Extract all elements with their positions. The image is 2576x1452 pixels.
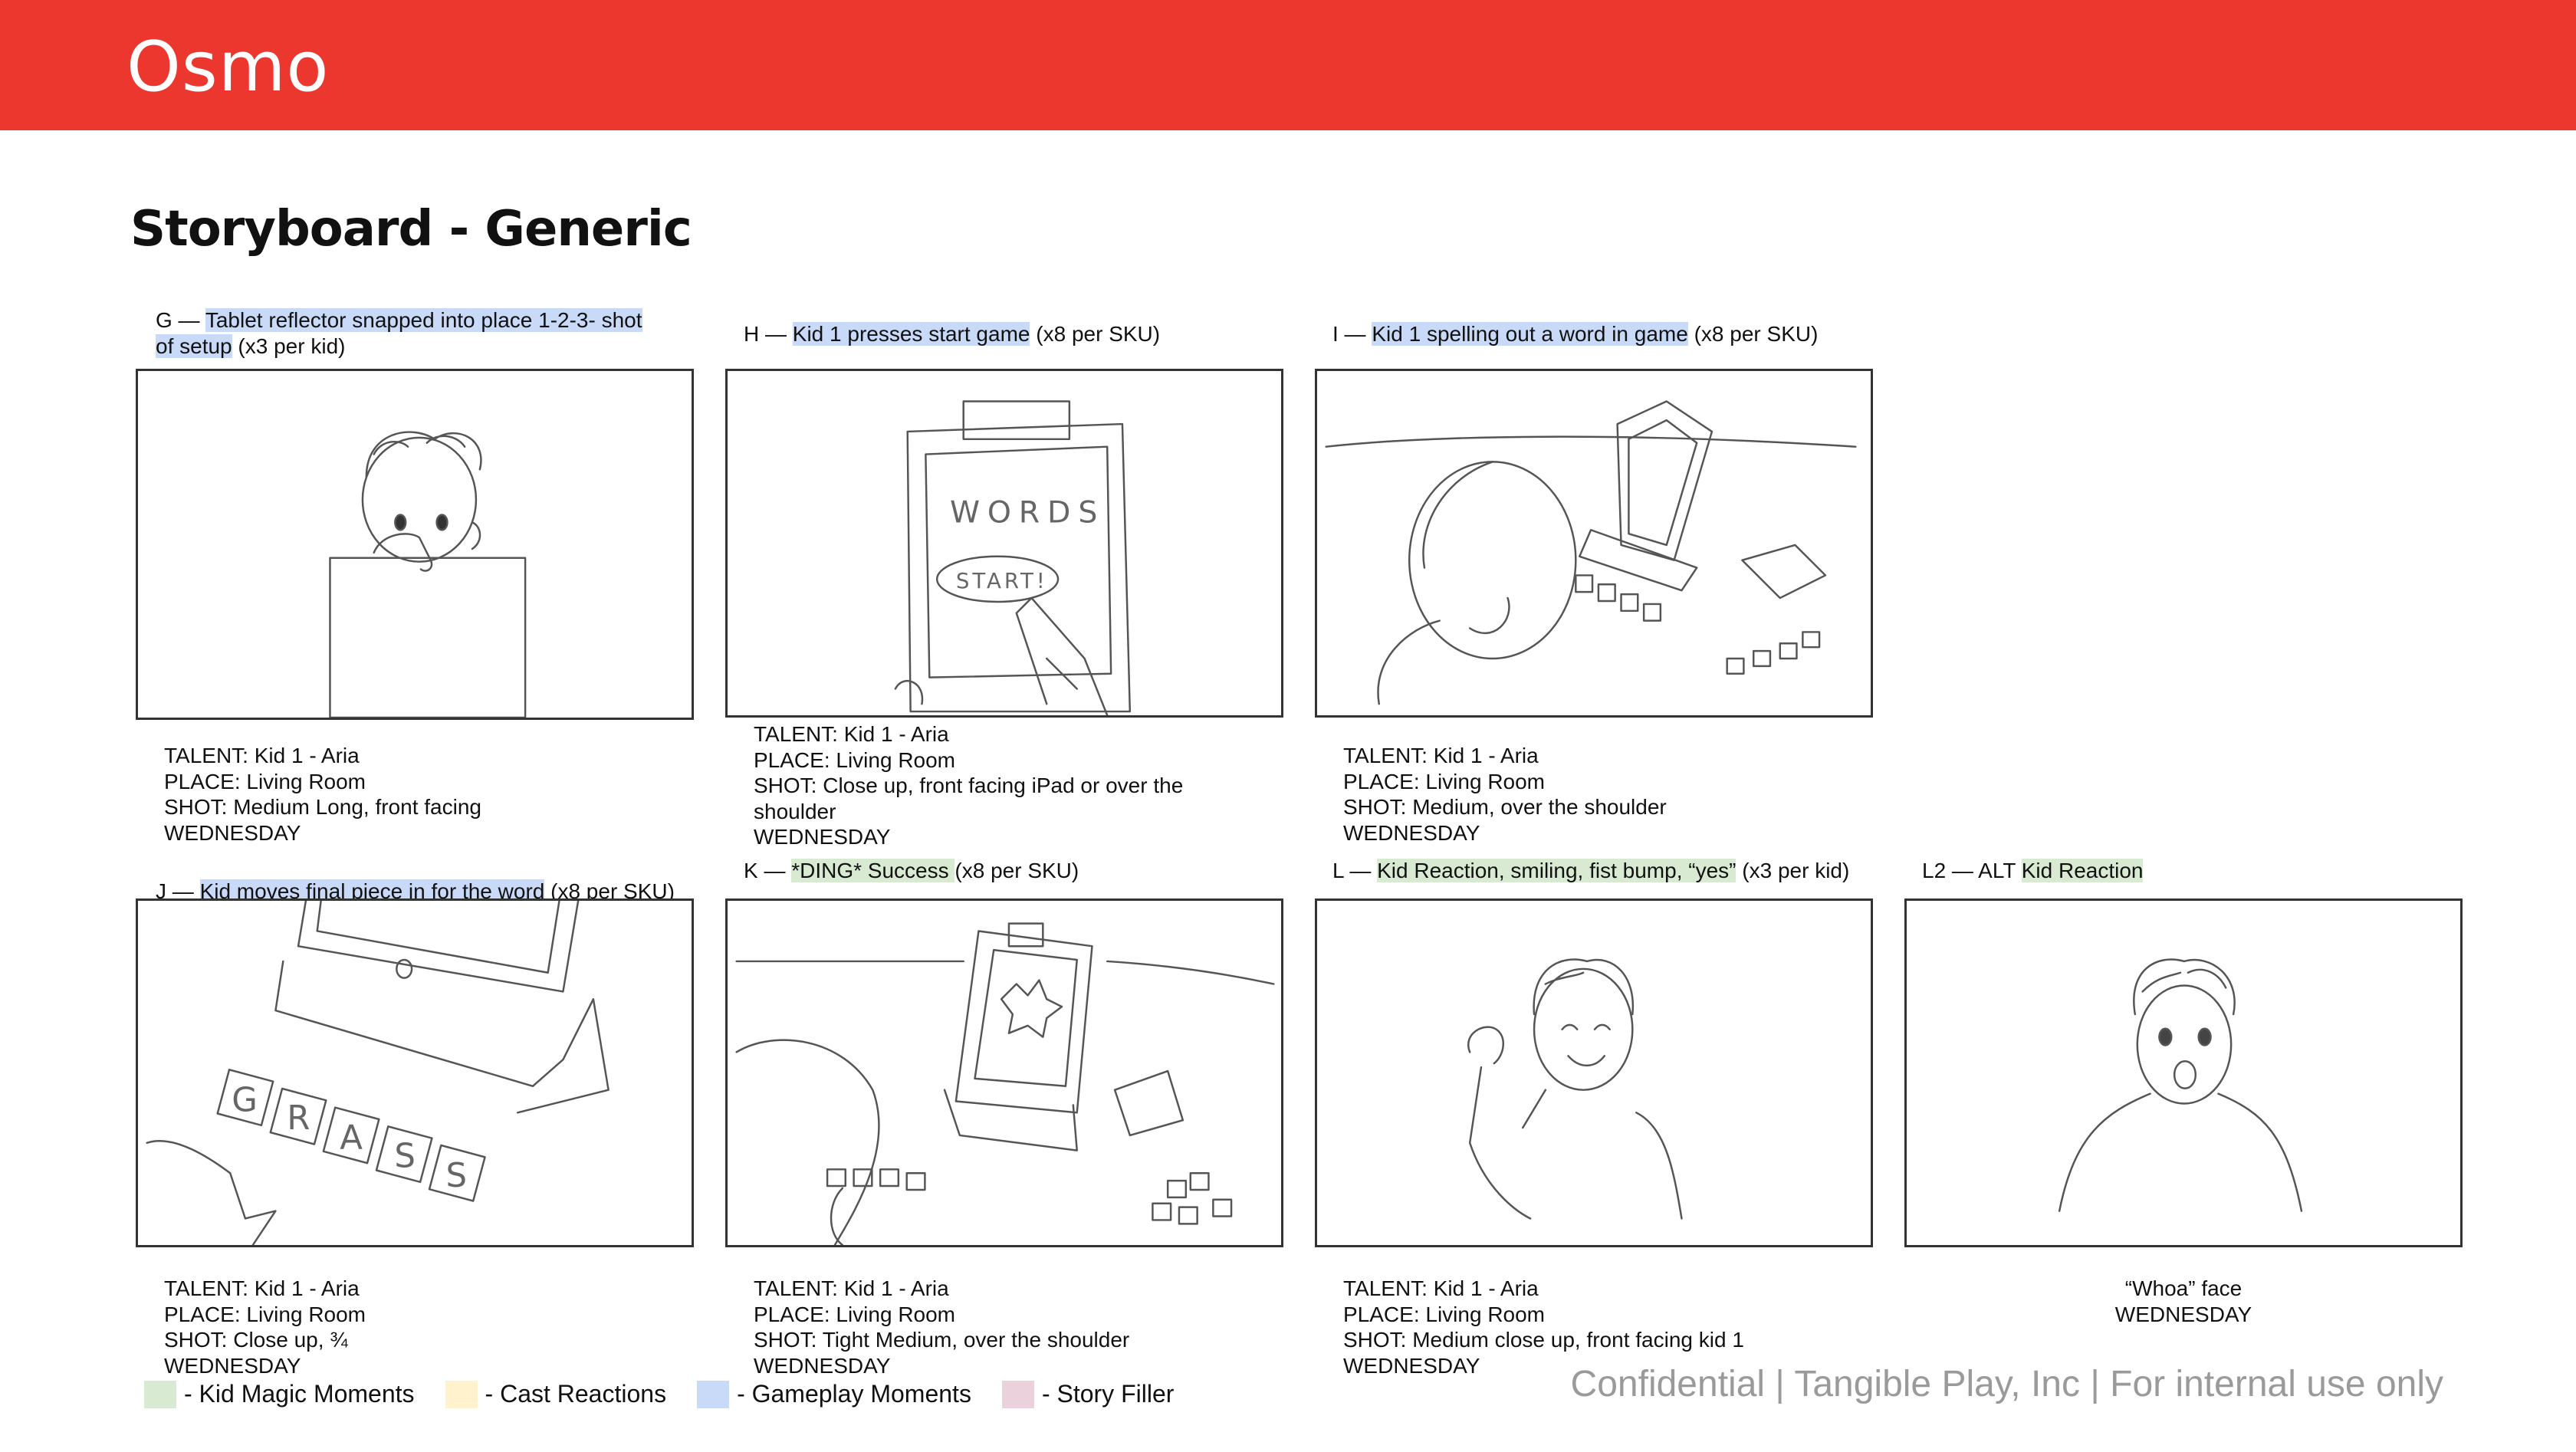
legend-label-story-filler: - Story Filler [1041,1380,1175,1408]
legend-item-story-filler: - Story Filler [1001,1380,1175,1408]
panel-h-talent: TALENT: Kid 1 - Aria [754,722,949,746]
confidential-footer: Confidential | Tangible Play, Inc | For … [1570,1364,2443,1404]
panel-l2-caption: L2 — ALT Kid Reaction [1922,858,2144,884]
panel-k-caption-prefix: K — [744,859,792,882]
panel-l2-sketch [1904,898,2463,1247]
panel-i-shot: SHOT: Medium, over the shoulder [1343,795,1667,819]
panel-j-tile-0: G [232,1081,258,1119]
panel-l-caption-suffix: (x3 per kid) [1736,859,1850,882]
legend-swatch-gameplay [697,1380,730,1408]
panel-h-caption-suffix: (x8 per SKU) [1030,322,1161,346]
panel-k-caption-suffix: (x8 per SKU) [955,859,1079,882]
panel-g-caption-prefix: G — [156,308,205,332]
panel-j-day: WEDNESDAY [164,1353,301,1378]
panel-k-sketch [725,898,1283,1247]
panel-j-tiles: G R A S S [216,1069,486,1202]
header-bar: Osmo [0,0,2576,130]
panel-g-shot: SHOT: Medium Long, front facing [164,795,481,819]
panel-l-caption-highlight: Kid Reaction, smiling, fist bump, “yes” [1377,859,1737,882]
panel-h-screen-button: START! [956,568,1048,593]
panel-l-place: PLACE: Living Room [1343,1302,1546,1326]
legend-swatch-kid-magic [144,1380,176,1408]
legend-label-cast-reactions: - Cast Reactions [485,1380,667,1408]
panel-l-sketch [1315,898,1873,1247]
panel-h-screen-word: WORDS [950,494,1105,530]
panel-g-caption-highlight: Tablet reflector snapped into place 1-2-… [156,308,642,358]
panel-j-tile-2: A [340,1119,363,1158]
legend-item-gameplay: - Gameplay Moments [697,1380,971,1408]
panel-g-place: PLACE: Living Room [164,769,366,793]
panel-g-caption-suffix: (x3 per kid) [232,334,346,358]
panel-i-place: PLACE: Living Room [1343,769,1546,793]
panel-j-talent: TALENT: Kid 1 - Aria [164,1276,360,1300]
panel-i-caption-highlight: Kid 1 spelling out a word in game [1372,322,1688,346]
panel-g-talent: TALENT: Kid 1 - Aria [164,744,360,767]
panel-j-place: PLACE: Living Room [164,1302,366,1326]
panel-l2-caption-highlight: Kid Reaction [2021,859,2144,882]
panel-g-details: TALENT: Kid 1 - Aria PLACE: Living Room … [164,743,481,846]
panel-l-shot: SHOT: Medium close up, front facing kid … [1343,1328,1744,1352]
panel-j-shot: SHOT: Close up, ¾ [164,1328,348,1352]
panel-k-drawing [735,922,1275,1245]
panel-i-drawing [1325,400,1857,705]
panel-i-caption-suffix: (x8 per SKU) [1687,322,1819,346]
panel-i-caption: I — Kid 1 spelling out a word in game (x… [1332,321,1818,347]
panel-l-caption: L — Kid Reaction, smiling, fist bump, “y… [1332,858,1849,884]
panel-l-caption-prefix: L — [1332,859,1378,882]
panel-h-caption: H — Kid 1 presses start game (x8 per SKU… [744,321,1160,347]
panel-i-details: TALENT: Kid 1 - Aria PLACE: Living Room … [1343,743,1667,846]
panel-i-sketch [1315,369,1873,718]
panel-k-place: PLACE: Living Room [754,1302,956,1326]
panel-i-day: WEDNESDAY [1343,820,1480,845]
panel-h-caption-prefix: H — [744,322,793,346]
panel-k-details: TALENT: Kid 1 - Aria PLACE: Living Room … [754,1276,1129,1378]
panel-k-day: WEDNESDAY [754,1353,891,1378]
legend-swatch-story-filler [1001,1380,1034,1408]
panel-h-details: TALENT: Kid 1 - Aria PLACE: Living Room … [754,721,1214,850]
panel-l2-details: “Whoa” face WEDNESDAY [1935,1276,2432,1327]
panel-l-drawing [1467,958,1683,1220]
panel-l-talent: TALENT: Kid 1 - Aria [1343,1276,1539,1300]
panel-g-caption: G — Tablet reflector snapped into place … [156,307,662,360]
panel-k-caption: K — *DING* Success (x8 per SKU) [744,858,1079,884]
panel-j-tile-1: R [287,1099,310,1138]
panel-h-place: PLACE: Living Room [754,747,956,772]
panel-g-drawing [329,431,527,718]
panel-g-day: WEDNESDAY [164,820,301,845]
legend-item-cast-reactions: - Cast Reactions [445,1380,667,1408]
panel-l2-note: “Whoa” face [2124,1276,2242,1300]
panel-l2-drawing [2058,958,2303,1212]
osmo-logo: Osmo [127,27,330,107]
panel-k-talent: TALENT: Kid 1 - Aria [754,1276,949,1300]
panel-h-drawing: WORDS START! [894,400,1132,715]
panel-i-talent: TALENT: Kid 1 - Aria [1343,744,1539,767]
panel-l2-day: WEDNESDAY [2114,1302,2252,1326]
panel-i-caption-prefix: I — [1332,322,1372,346]
legend-label-gameplay: - Gameplay Moments [737,1380,971,1408]
panel-j-drawing: G R A S S [146,901,610,1245]
color-legend: - Kid Magic Moments - Cast Reactions - G… [144,1380,1204,1408]
panel-h-day: WEDNESDAY [754,825,891,849]
panel-h-sketch: WORDS START! [725,369,1283,718]
panel-j-tile-4: S [445,1157,467,1195]
panel-k-shot: SHOT: Tight Medium, over the shoulder [754,1328,1130,1352]
legend-label-kid-magic: - Kid Magic Moments [184,1380,415,1408]
legend-swatch-cast-reactions [445,1380,478,1408]
page-title: Storyboard - Generic [130,201,692,258]
panel-h-shot: SHOT: Close up, front facing iPad or ove… [754,774,1184,823]
legend-item-kid-magic: - Kid Magic Moments [144,1380,415,1408]
panel-j-sketch: G R A S S [136,898,694,1247]
panel-j-tile-3: S [394,1137,416,1175]
panel-l2-caption-prefix: L2 — ALT [1922,859,2022,882]
panel-k-caption-highlight: *DING* Success [791,859,955,882]
panel-h-caption-highlight: Kid 1 presses start game [792,322,1030,346]
panel-g-sketch [136,369,694,720]
panel-j-details: TALENT: Kid 1 - Aria PLACE: Living Room … [164,1276,366,1378]
